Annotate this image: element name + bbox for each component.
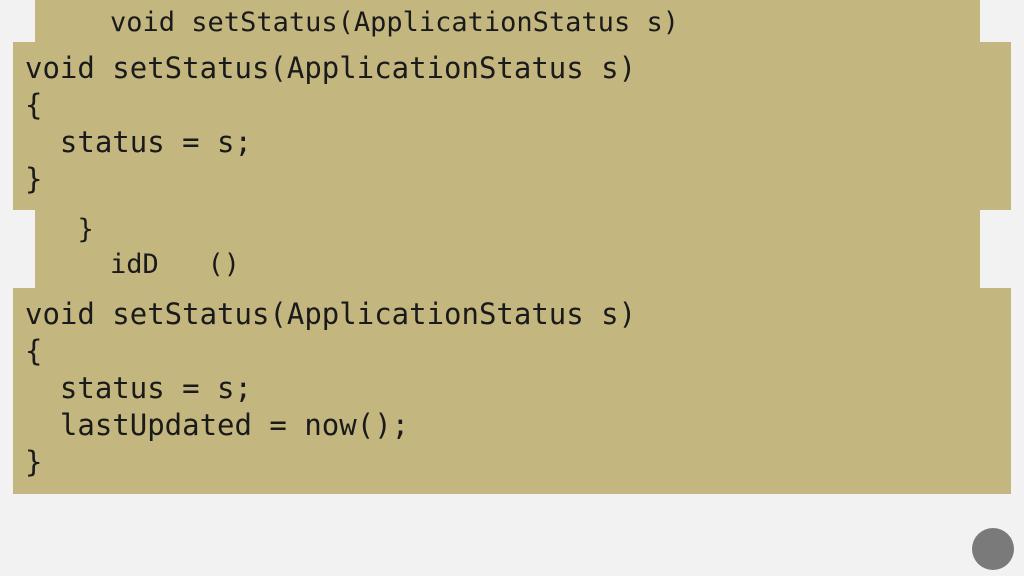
code-block-setstatus-with-timestamp: void setStatus(ApplicationStatus s) { st…	[13, 288, 1011, 494]
page-indicator-dot	[972, 528, 1014, 570]
code-block-setstatus-simple: void setStatus(ApplicationStatus s) { st…	[13, 42, 1011, 210]
